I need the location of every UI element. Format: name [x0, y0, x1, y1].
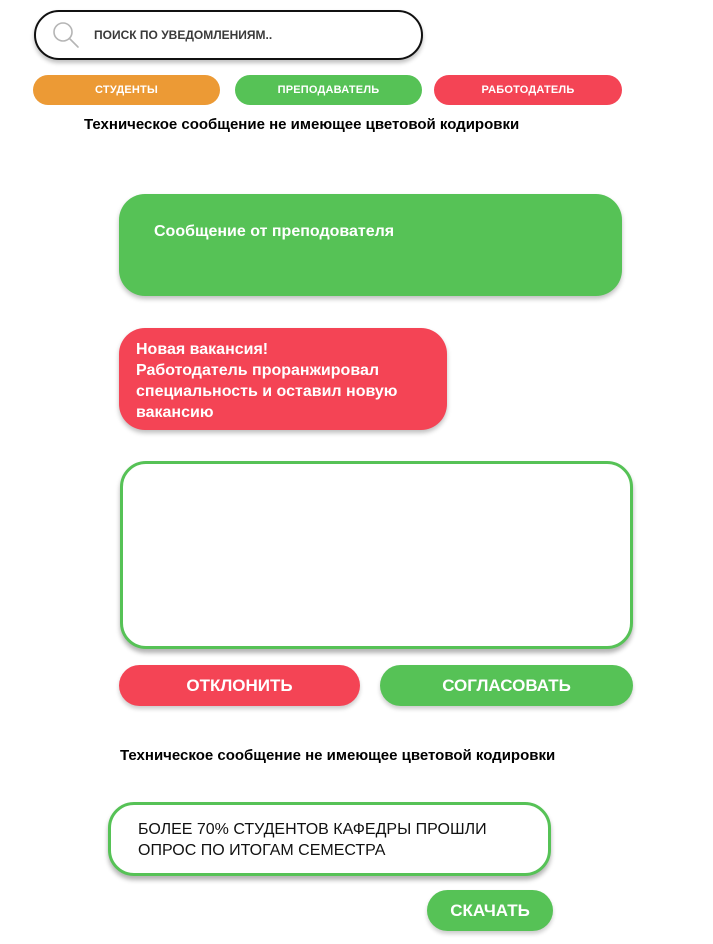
employer-message-card[interactable]: Новая вакансия! Работодатель проранжиров… — [119, 328, 447, 430]
approve-button[interactable]: СОГЛАСОВАТЬ — [380, 665, 633, 706]
filter-students-button[interactable]: СТУДЕНТЫ — [33, 75, 220, 105]
teacher-message-text: Сообщение от преподователя — [154, 223, 395, 240]
survey-message-card[interactable]: БОЛЕЕ 70% СТУДЕНТОВ КАФЕДРЫ ПРОШЛИ ОПРОС… — [108, 802, 551, 876]
search-input[interactable] — [94, 24, 394, 46]
download-button[interactable]: СКАЧАТЬ — [427, 890, 553, 931]
search-bar[interactable] — [34, 10, 423, 60]
employer-message-line: вакансию — [136, 404, 214, 421]
decline-button[interactable]: ОТКЛОНИТЬ — [119, 665, 360, 706]
reply-box[interactable] — [120, 461, 633, 649]
filter-employer-button[interactable]: РАБОТОДАТЕЛЬ — [434, 75, 622, 105]
survey-message-line: БОЛЕЕ 70% СТУДЕНТОВ КАФЕДРЫ ПРОШЛИ — [138, 821, 487, 838]
survey-message-line: ОПРОС ПО ИТОГАМ СЕМЕСТРА — [138, 842, 386, 859]
employer-message-line: специальность и оставил новую — [136, 383, 398, 400]
tech-message: Техническое сообщение не имеющее цветово… — [84, 116, 520, 133]
tech-message: Техническое сообщение не имеющее цветово… — [120, 747, 556, 764]
reply-textarea[interactable] — [123, 464, 630, 646]
filter-teacher-button[interactable]: ПРЕПОДАВАТЕЛЬ — [235, 75, 422, 105]
employer-message-title: Новая вакансия! — [136, 341, 269, 358]
teacher-message-card[interactable]: Сообщение от преподователя — [119, 194, 622, 296]
search-icon — [52, 21, 80, 49]
employer-message-line: Работодатель проранжировал — [136, 362, 379, 379]
